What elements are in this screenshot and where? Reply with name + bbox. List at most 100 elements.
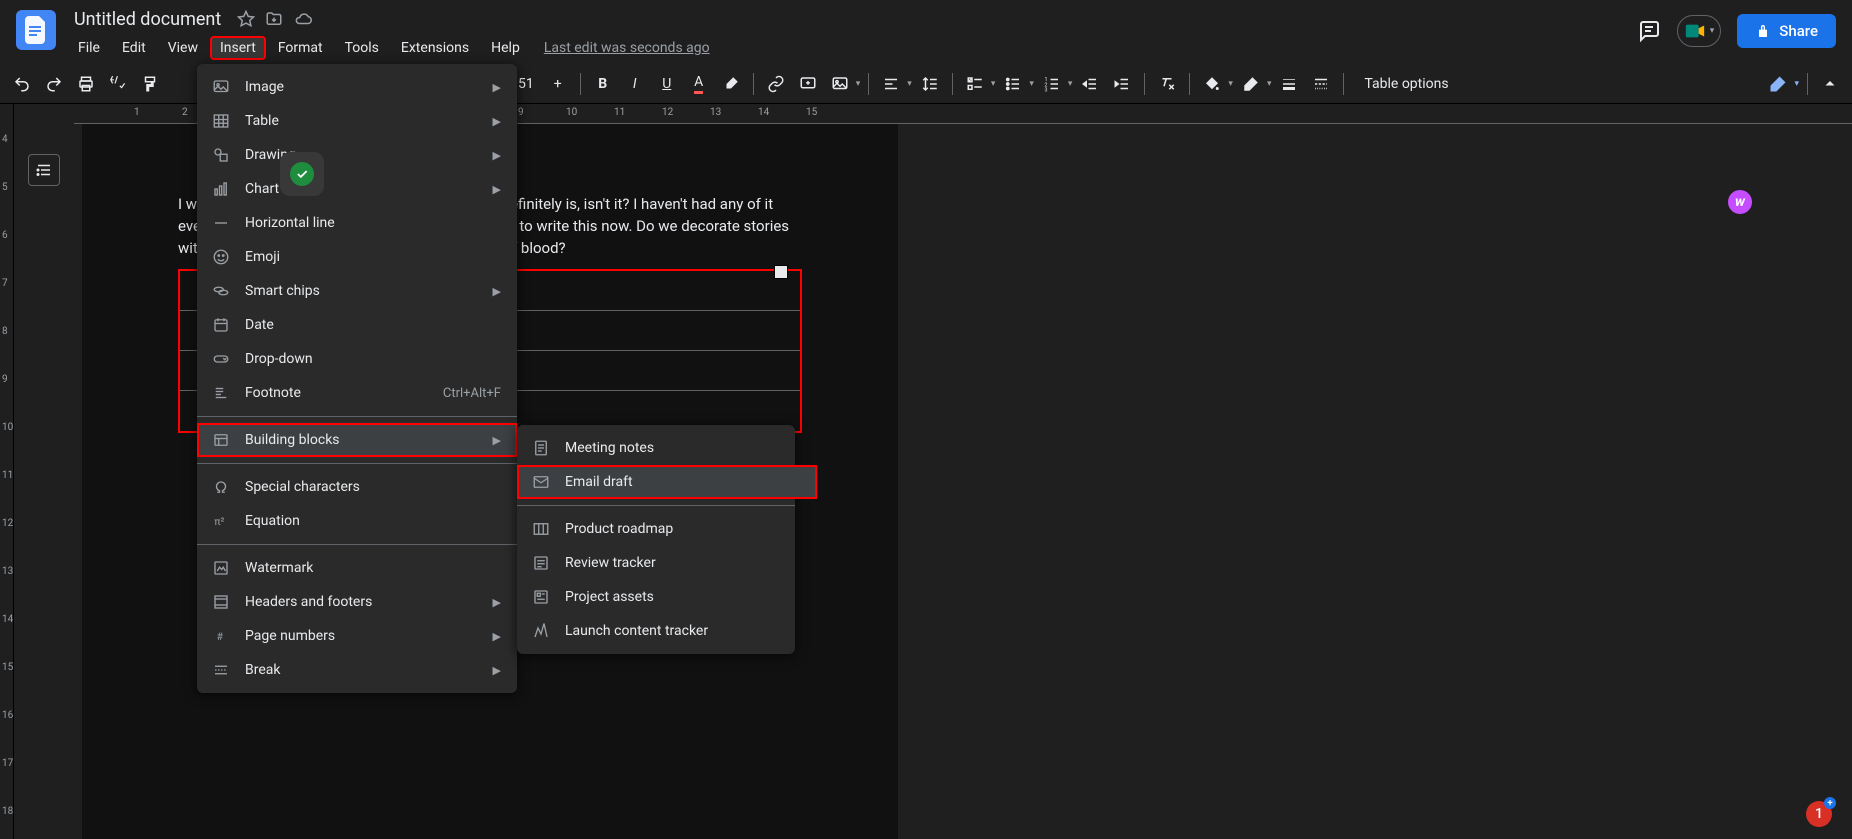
menu-item-headers-and-footers[interactable]: Headers and footers▶ [197, 585, 517, 619]
chevron-down-icon[interactable]: ▾ [1794, 79, 1799, 89]
table-icon [211, 111, 231, 131]
chevron-down-icon[interactable]: ▾ [1267, 79, 1272, 89]
zoom-increase-button[interactable]: + [544, 70, 572, 98]
menu-item-watermark[interactable]: Watermark [197, 551, 517, 585]
headers-icon [211, 592, 231, 612]
spellcheck-button[interactable] [104, 70, 132, 98]
extension-badge[interactable]: w [1728, 190, 1752, 214]
menu-item-meeting-notes[interactable]: Meeting notes [517, 431, 817, 465]
chevron-right-icon: ▶ [493, 183, 501, 196]
menu-item-label: Drop-down [245, 351, 501, 367]
checkmark-icon [290, 162, 314, 186]
border-color-button[interactable] [1237, 70, 1265, 98]
vertical-ruler: 456789101112131415161718 [0, 104, 14, 839]
menu-item-launch-content-tracker[interactable]: Launch content tracker [517, 614, 817, 648]
align-button[interactable] [877, 70, 905, 98]
outdent-button[interactable] [1076, 70, 1104, 98]
menu-item-page-numbers[interactable]: #Page numbers▶ [197, 619, 517, 653]
clear-formatting-button[interactable] [1153, 70, 1181, 98]
menu-file[interactable]: File [68, 36, 110, 60]
chevron-down-icon[interactable]: ▾ [1228, 79, 1233, 89]
menu-item-drop-down[interactable]: Drop-down [197, 342, 517, 376]
redo-button[interactable] [40, 70, 68, 98]
menu-item-project-assets[interactable]: Project assets [517, 580, 817, 614]
checklist-button[interactable] [961, 70, 989, 98]
comment-history-icon[interactable] [1637, 19, 1661, 43]
document-outline-button[interactable] [28, 154, 60, 186]
cloud-status-icon[interactable] [293, 10, 313, 28]
indent-button[interactable] [1108, 70, 1136, 98]
underline-button[interactable]: U [653, 70, 681, 98]
menu-item-emoji[interactable]: Emoji [197, 240, 517, 274]
menu-item-horizontal-line[interactable]: Horizontal line [197, 206, 517, 240]
move-icon[interactable] [265, 10, 283, 28]
menu-item-review-tracker[interactable]: Review tracker [517, 546, 817, 580]
editing-mode-button[interactable] [1764, 70, 1792, 98]
menu-item-product-roadmap[interactable]: Product roadmap [517, 512, 817, 546]
table-options-button[interactable]: Table options [1352, 76, 1460, 92]
footnote-icon [211, 383, 231, 403]
menu-extensions[interactable]: Extensions [391, 36, 479, 60]
line-spacing-button[interactable] [916, 70, 944, 98]
menu-insert[interactable]: Insert [210, 36, 266, 60]
highlight-button[interactable] [717, 70, 745, 98]
date-icon [211, 315, 231, 335]
chevron-down-icon[interactable]: ▾ [991, 79, 996, 89]
chevron-right-icon: ▶ [493, 149, 501, 162]
menu-item-smart-chips[interactable]: Smart chips▶ [197, 274, 517, 308]
chevron-down-icon[interactable]: ▾ [1029, 79, 1034, 89]
menu-item-label: Building blocks [245, 432, 479, 448]
print-button[interactable] [72, 70, 100, 98]
hide-menus-button[interactable] [1816, 70, 1844, 98]
svg-text:3: 3 [1044, 87, 1047, 93]
docs-logo[interactable] [16, 10, 56, 50]
chevron-down-icon[interactable]: ▾ [1068, 79, 1073, 89]
menu-item-label: Equation [245, 513, 501, 529]
menu-item-image[interactable]: Image▶ [197, 70, 517, 104]
shortcut-label: Ctrl+Alt+F [443, 386, 501, 401]
text-color-button[interactable]: A [685, 70, 713, 98]
share-button[interactable]: Share [1737, 14, 1836, 48]
notification-count: 1 [1815, 806, 1823, 822]
paint-format-button[interactable] [136, 70, 164, 98]
menu-edit[interactable]: Edit [112, 36, 156, 60]
undo-button[interactable] [8, 70, 36, 98]
menu-item-drawing[interactable]: Drawing▶ [197, 138, 517, 172]
menu-item-break[interactable]: Break▶ [197, 653, 517, 687]
bulleted-list-button[interactable] [999, 70, 1027, 98]
menu-item-label: Footnote [245, 385, 429, 401]
notification-badge[interactable]: 1 + [1806, 801, 1832, 827]
last-edit-link[interactable]: Last edit was seconds ago [544, 40, 710, 56]
menu-item-footnote[interactable]: Footnote Ctrl+Alt+F [197, 376, 517, 410]
add-comment-button[interactable] [794, 70, 822, 98]
menu-item-table[interactable]: Table▶ [197, 104, 517, 138]
menu-item-date[interactable]: Date [197, 308, 517, 342]
cell-background-button[interactable] [1198, 70, 1226, 98]
watermark-icon [211, 558, 231, 578]
menu-item-building-blocks[interactable]: Building blocks▶ [197, 423, 517, 457]
numbered-list-button[interactable]: 123 [1038, 70, 1066, 98]
border-dash-button[interactable] [1307, 70, 1335, 98]
meet-button[interactable]: ▾ [1677, 15, 1722, 47]
italic-button[interactable]: I [621, 70, 649, 98]
star-icon[interactable] [237, 10, 255, 28]
menubar: FileEditViewInsertFormatToolsExtensionsH… [68, 34, 1637, 62]
chevron-down-icon[interactable]: ▾ [856, 79, 861, 89]
menu-help[interactable]: Help [481, 36, 530, 60]
document-title[interactable]: Untitled document [68, 8, 227, 31]
block-handle-icon[interactable] [774, 265, 788, 279]
insert-link-button[interactable] [762, 70, 790, 98]
menu-view[interactable]: View [158, 36, 208, 60]
chevron-down-icon[interactable]: ▾ [907, 79, 912, 89]
menu-item-special-characters[interactable]: Special characters [197, 470, 517, 504]
menu-item-email-draft[interactable]: Email draft [517, 465, 817, 499]
menu-item-chart[interactable]: Chart▶ [197, 172, 517, 206]
menu-format[interactable]: Format [268, 36, 333, 60]
menu-item-label: Table [245, 113, 479, 129]
insert-image-button[interactable] [826, 70, 854, 98]
menu-item-equation[interactable]: π²Equation [197, 504, 517, 538]
bold-button[interactable]: B [589, 70, 617, 98]
menu-tools[interactable]: Tools [335, 36, 389, 60]
border-width-button[interactable] [1275, 70, 1303, 98]
building-blocks-submenu: Meeting notesEmail draftProduct roadmapR… [517, 425, 795, 654]
